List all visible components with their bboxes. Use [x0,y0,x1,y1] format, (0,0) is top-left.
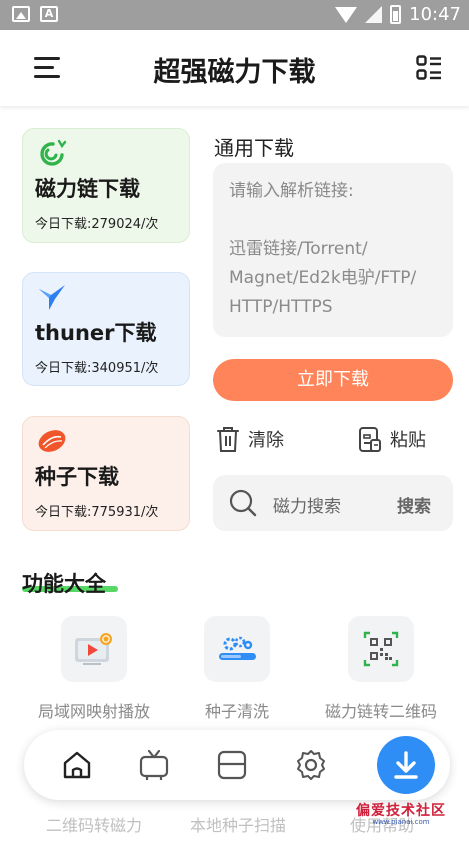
trash-icon [217,427,239,452]
download-now-button[interactable]: 立即下载 [213,359,453,401]
seed-download-card[interactable]: 种子下载 今日下载:775931/次 [22,416,190,531]
search-button[interactable]: 搜索 [397,492,431,517]
card-title: 种子下载 [35,465,119,489]
search-input[interactable]: 磁力搜索 [273,492,341,517]
features-title: 功能大全 [22,572,106,596]
card-title: 磁力链下载 [35,177,140,201]
card-count: 今日下载:340951/次 [35,361,159,376]
feature-label: 局域网映射播放 [37,702,150,721]
bottom-nav [24,730,450,800]
tv-icon[interactable] [137,748,171,782]
status-bar: A 10:47 [0,0,469,30]
paste-button[interactable]: 粘贴 [358,424,426,454]
battery-icon [390,5,402,24]
feature-label: 种子清洗 [204,702,269,721]
settings-gear-icon[interactable] [294,748,328,782]
clear-label: 清除 [248,430,284,451]
feature-label-peek: 本地种子扫描 [190,816,287,835]
signal-icon [365,6,383,23]
clear-button[interactable]: 清除 [216,424,284,454]
magnet-icon [40,139,67,166]
thunder-bird-icon [39,285,65,310]
feature-seed-clean[interactable]: 种子清洗 [162,616,312,722]
feature-label: 磁力链转二维码 [324,702,437,721]
search-icon [229,489,257,517]
cards-icon[interactable] [215,748,249,782]
page-title: 超强磁力下载 [153,57,316,88]
home-icon[interactable] [60,748,94,782]
cast-play-icon [61,616,127,682]
watermark: 偏爱技术社区 www.pianai.com [351,800,451,826]
magnet-download-card[interactable]: 磁力链下载 今日下载:279024/次 [22,128,190,243]
app-bar: 超强磁力下载 [0,30,469,106]
card-count: 今日下载:775931/次 [35,505,159,520]
download-fab[interactable] [377,736,435,794]
seed-icon [38,430,66,452]
list-grid-icon[interactable] [416,55,442,81]
general-download-title: 通用下载 [214,136,294,160]
feature-label-peek: 二维码转磁力 [46,816,143,835]
clock: 10:47 [409,4,461,25]
card-count: 今日下载:279024/次 [35,217,159,232]
image-notification-icon [12,6,30,22]
feature-lan-cast[interactable]: 局域网映射播放 [19,616,169,722]
watermark-title: 偏爱技术社区 [356,803,446,819]
a-notification-icon: A [40,6,58,22]
qr-code-icon [348,616,414,682]
link-input[interactable]: 请输入解析链接: 迅雷链接/Torrent/ Magnet/Ed2k电驴/FTP… [213,163,453,337]
wifi-icon [335,6,358,23]
paste-label: 粘贴 [390,430,426,451]
gears-icon [204,616,270,682]
search-bar[interactable]: 磁力搜索 搜索 [213,475,453,531]
card-title: thuner下载 [35,321,157,345]
thunder-download-card[interactable]: thuner下载 今日下载:340951/次 [22,272,190,386]
clipboard-icon [359,427,381,452]
feature-magnet-qr[interactable]: 磁力链转二维码 [306,616,456,722]
download-arrow-icon [394,751,418,779]
